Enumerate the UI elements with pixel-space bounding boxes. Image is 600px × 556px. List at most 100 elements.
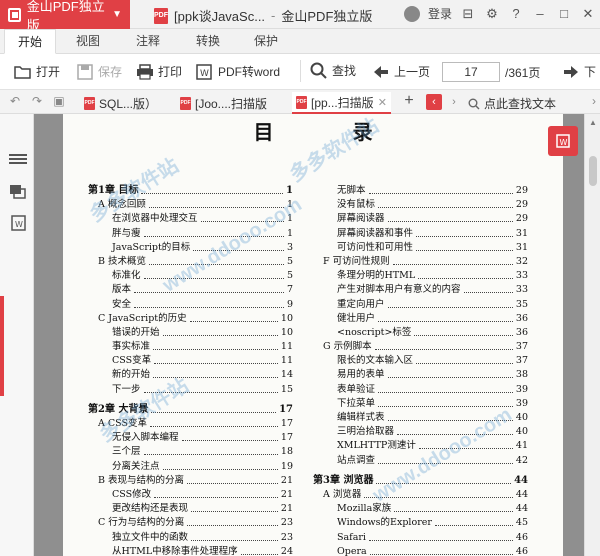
- next-page-button[interactable]: 下: [562, 63, 596, 80]
- toc-entry: 重定向用户 35: [313, 298, 528, 312]
- toc-entry: 限长的文本输入区 37: [313, 354, 528, 368]
- doc-tab-3[interactable]: PDF [pp...扫描版 ✕: [292, 92, 391, 114]
- scroll-up-icon[interactable]: ▲: [589, 118, 597, 127]
- toc-leader-dots: [148, 207, 284, 209]
- thumbnails-icon[interactable]: [9, 184, 27, 200]
- toc-entry-page: 9: [286, 298, 293, 310]
- toc-entry: 错误的开始 10: [88, 326, 293, 340]
- toc-entry-title: C 行为与结构的分离: [98, 517, 185, 529]
- toc-entry: 从HTML中移除事件处理程序 24: [88, 545, 293, 556]
- toc-entry-page: 23: [280, 517, 293, 529]
- floating-convert-button[interactable]: W: [548, 126, 578, 156]
- undo-icon[interactable]: ↶: [8, 94, 22, 108]
- svg-text:W: W: [560, 138, 568, 147]
- toc-entry: <noscript>标签 36: [313, 326, 528, 340]
- find-text-link[interactable]: 点此查找文本: [468, 95, 556, 112]
- vertical-scrollbar[interactable]: ▲: [584, 114, 600, 556]
- prev-page-label: 上一页: [394, 65, 431, 79]
- toc-entry-page: 14: [280, 369, 293, 381]
- toc-leader-dots: [134, 306, 284, 308]
- printer-icon: [136, 63, 154, 80]
- toc-entry-page: 41: [515, 440, 528, 452]
- toc-entry-title: CSS变革: [112, 355, 152, 367]
- toc-entry-page: 19: [280, 460, 293, 472]
- close-icon[interactable]: ✕: [580, 6, 596, 22]
- tab-start[interactable]: 开始: [4, 29, 56, 54]
- skin-icon[interactable]: ⊟: [460, 6, 476, 22]
- sidebar-toggle-handle[interactable]: [0, 296, 4, 396]
- toc-entry-page: 17: [280, 418, 293, 429]
- save-small-icon[interactable]: ▣: [52, 94, 66, 108]
- page-number-input[interactable]: 17: [442, 62, 500, 82]
- help-icon[interactable]: ?: [508, 6, 524, 22]
- toc-entry-page: 42: [515, 454, 528, 466]
- toc-entry-title: 健壮用户: [337, 312, 376, 324]
- save-button[interactable]: 保存: [76, 63, 122, 80]
- toc-entry-page: 11: [280, 355, 293, 367]
- toc-entry-title: 标准化: [112, 270, 141, 282]
- toc-leader-dots: [191, 539, 278, 541]
- doc-tab-1[interactable]: PDF SQL...版）: [80, 92, 161, 114]
- toc-entry: 更改结构还是表现 21: [88, 502, 293, 516]
- scrollbar-thumb[interactable]: [589, 156, 597, 186]
- toc-entry-page: 23: [280, 531, 293, 543]
- tab-protect[interactable]: 保护: [244, 29, 288, 54]
- save-label: 保存: [98, 65, 123, 79]
- toc-leader-dots: [418, 278, 513, 280]
- toc-entry-page: 45: [515, 517, 528, 529]
- toc-entry-title: 编辑样式表: [337, 412, 385, 423]
- pdf-to-word-button[interactable]: W PDF转word: [196, 63, 280, 80]
- outline-icon[interactable]: [9, 152, 27, 168]
- gear-icon[interactable]: ⚙: [484, 6, 500, 22]
- toc-entry: JavaScript的目标 3: [88, 241, 293, 255]
- toc-entry-title: G 示例脚本: [323, 341, 372, 353]
- open-button[interactable]: 打开: [14, 63, 60, 80]
- login-link[interactable]: 登录: [428, 5, 452, 22]
- doc-tab-label: [Joo....扫描版: [195, 96, 268, 111]
- tab-convert[interactable]: 转换: [186, 29, 230, 54]
- doc-tab-2[interactable]: PDF [Joo....扫描版: [176, 92, 271, 114]
- tab-scroll-left-icon[interactable]: ‹: [426, 94, 442, 110]
- toc-entry-page: 38: [515, 369, 528, 381]
- toc-leader-dots: [387, 221, 513, 223]
- toc-leader-dots: [416, 235, 513, 237]
- minimize-icon[interactable]: –: [532, 6, 548, 22]
- toc-entry: 表单验证 39: [313, 383, 528, 397]
- app-menu-button[interactable]: 金山PDF独立版 ▼: [0, 0, 130, 33]
- new-tab-icon[interactable]: +: [402, 92, 416, 109]
- find-button[interactable]: 查找: [310, 62, 356, 79]
- user-avatar-icon[interactable]: [403, 5, 420, 22]
- tab-annotate[interactable]: 注释: [126, 29, 170, 54]
- toc-entry-page: 37: [515, 341, 528, 353]
- pdf-page: 目 录 第1章 目标 1 A 概念回顾 1 在浏览器中处理交互 1 胖与瘦 1 JavaScri…: [63, 114, 563, 556]
- toc-leader-dots: [434, 525, 513, 527]
- tab-view[interactable]: 视图: [66, 29, 110, 54]
- toc-entry-title: 表单验证: [337, 383, 376, 395]
- toc-leader-dots: [143, 454, 278, 456]
- toc-entry-page: 40: [515, 426, 528, 438]
- toc-entry: C 行为与结构的分离 23: [88, 516, 293, 530]
- close-tab-icon[interactable]: ✕: [378, 96, 387, 109]
- tabs-more-icon[interactable]: ›: [587, 94, 600, 108]
- toc-entry-title: 易用的表单: [337, 369, 385, 381]
- svg-text:W: W: [200, 69, 209, 79]
- tab-scroll-right-icon[interactable]: ›: [446, 94, 462, 110]
- toc-entry-title: 三明治拾取器: [337, 426, 395, 438]
- toc-entry-page: 33: [515, 284, 528, 296]
- prev-page-button[interactable]: 上一页: [372, 63, 430, 80]
- print-button[interactable]: 打印: [136, 63, 182, 80]
- document-viewport[interactable]: 目 录 第1章 目标 1 A 概念回顾 1 在浏览器中处理交互 1 胖与瘦 1 JavaScri…: [34, 114, 584, 556]
- maximize-icon[interactable]: □: [556, 6, 572, 22]
- redo-icon[interactable]: ↷: [30, 94, 44, 108]
- toc-entry: 易用的表单 38: [313, 368, 528, 382]
- pdf-to-word-icon: W: [556, 134, 570, 148]
- toc-entry: 无脚本 29: [313, 184, 528, 198]
- toc-entry: CSS修改 21: [88, 488, 293, 502]
- toc-entry-page: 1: [286, 227, 293, 239]
- menu-bar: 开始 视图 注释 转换 保护: [0, 29, 600, 54]
- toc-entry-page: 46: [515, 531, 528, 543]
- toc-entry-title: 屏幕阅读器: [337, 213, 385, 225]
- convert-word-icon[interactable]: W: [9, 214, 27, 231]
- toc-entry-title: B 技术概览: [98, 255, 147, 267]
- toc-entry-page: 39: [515, 397, 528, 409]
